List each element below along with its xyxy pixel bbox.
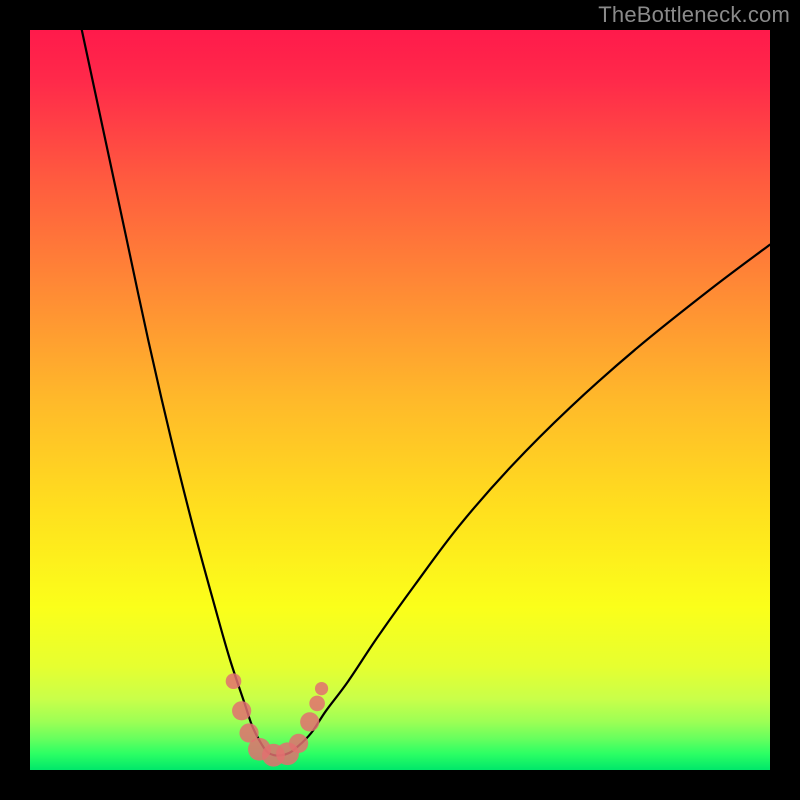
curve-marker xyxy=(315,682,328,695)
bottleneck-chart xyxy=(0,0,800,800)
curve-marker xyxy=(232,701,251,720)
curve-marker xyxy=(289,734,308,753)
curve-marker xyxy=(300,712,319,731)
curve-marker xyxy=(309,696,325,712)
watermark-text: TheBottleneck.com xyxy=(598,2,790,28)
curve-marker xyxy=(226,673,242,689)
chart-frame: TheBottleneck.com xyxy=(0,0,800,800)
plot-background xyxy=(30,30,770,770)
